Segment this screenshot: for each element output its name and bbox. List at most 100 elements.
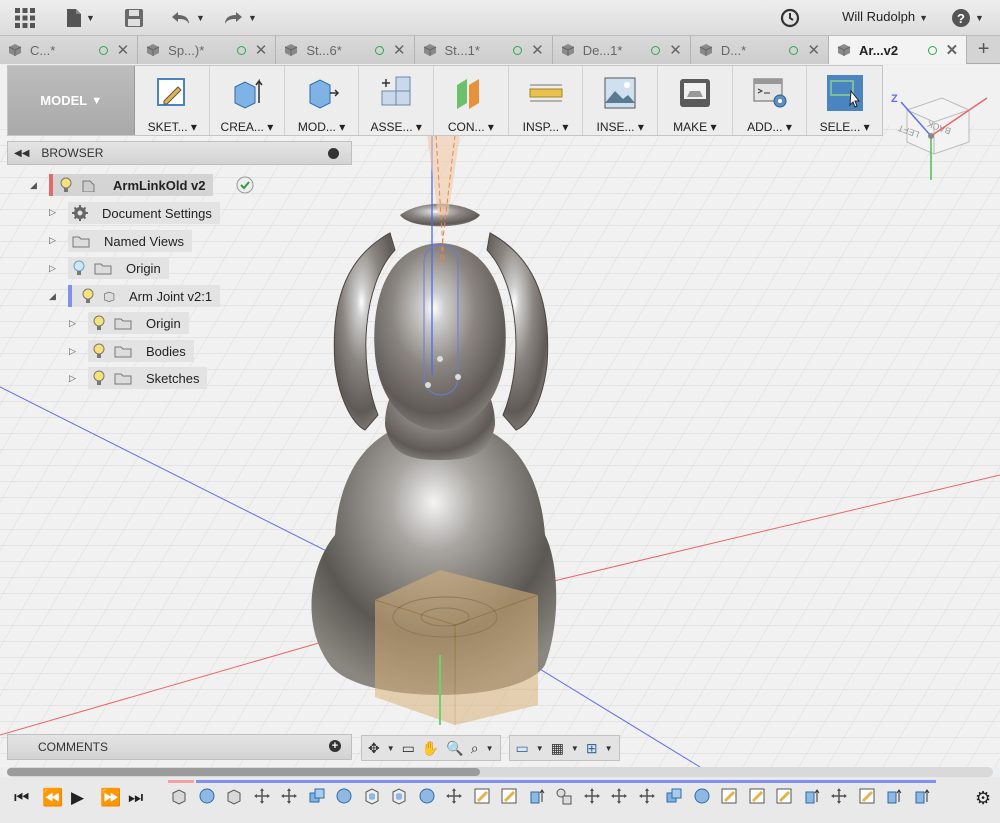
expand-arrow-icon[interactable]: ▷: [49, 235, 56, 246]
add-comment-icon[interactable]: +: [329, 740, 341, 752]
expand-arrow-icon[interactable]: ▷: [69, 373, 76, 384]
tree-item-sketches[interactable]: Sketches: [88, 367, 208, 389]
browser-header[interactable]: ◀◀ BROWSER: [7, 141, 352, 165]
lightbulb-icon[interactable]: [92, 315, 106, 331]
help-button[interactable]: ? ▼: [951, 6, 984, 30]
expand-arrow-icon[interactable]: ▷: [69, 318, 76, 329]
construct-tool-button[interactable]: CON... ▾: [434, 66, 509, 135]
view-cube[interactable]: LEFT BACK Z: [887, 80, 997, 190]
save-button[interactable]: [124, 6, 144, 30]
close-icon[interactable]: ✕: [669, 41, 682, 59]
close-icon[interactable]: ✕: [807, 41, 820, 59]
grid-settings-icon[interactable]: ▦: [551, 740, 564, 757]
collapse-panel-icon[interactable]: ◀◀: [14, 148, 29, 159]
timeline-feature-box-icon[interactable]: [225, 787, 243, 805]
close-icon[interactable]: ✕: [531, 41, 544, 59]
step-forward-icon[interactable]: ⏩: [100, 788, 121, 808]
timeline-feature-extrude-icon[interactable]: [528, 787, 546, 805]
orbit-icon[interactable]: ✥: [368, 740, 380, 757]
close-icon[interactable]: ✕: [117, 41, 130, 59]
tree-item-origin-child[interactable]: Origin: [88, 312, 189, 334]
fit-zoom-icon[interactable]: ⌕: [471, 740, 479, 757]
close-icon[interactable]: ✕: [946, 41, 959, 59]
new-tab-button[interactable]: +: [967, 36, 1000, 63]
timeline-feature-move-icon[interactable]: [610, 787, 628, 805]
document-tab[interactable]: St...6* ✕: [276, 36, 415, 64]
file-menu-button[interactable]: ▼: [66, 6, 95, 30]
assemble-tool-button[interactable]: ASSE... ▾: [359, 66, 435, 135]
timeline-feature-combine-icon[interactable]: [308, 787, 326, 805]
timeline-feature-combine-icon[interactable]: [665, 787, 683, 805]
timeline-feature-shell-icon[interactable]: [390, 787, 408, 805]
tree-item-named-views[interactable]: Named Views: [68, 230, 192, 252]
timeline-settings-gear-icon[interactable]: ⚙: [975, 788, 991, 809]
timeline-feature-sketch-icon[interactable]: [720, 787, 738, 805]
timeline-feature-sketch-icon[interactable]: [473, 787, 491, 805]
skip-to-end-icon[interactable]: ⏭: [128, 788, 143, 808]
job-status-button[interactable]: [780, 6, 800, 30]
lightbulb-icon[interactable]: [72, 260, 86, 276]
document-tab[interactable]: D...* ✕: [690, 36, 830, 64]
timeline-feature-move-icon[interactable]: [638, 787, 656, 805]
document-tab[interactable]: De...1* ✕: [552, 36, 691, 64]
modify-tool-button[interactable]: MOD... ▾: [285, 66, 360, 135]
timeline-feature-sketch-icon[interactable]: [748, 787, 766, 805]
tree-item-origin[interactable]: Origin: [68, 257, 169, 279]
create-tool-button[interactable]: CREA... ▾: [210, 66, 285, 135]
timeline-feature-move-icon[interactable]: [253, 787, 271, 805]
timeline-feature-sphere-icon[interactable]: [418, 787, 436, 805]
document-tab[interactable]: St...1* ✕: [414, 36, 553, 64]
zoom-icon[interactable]: 🔍: [446, 740, 463, 757]
timeline-feature-move-icon[interactable]: [280, 787, 298, 805]
expand-arrow-icon[interactable]: ▷: [49, 207, 56, 218]
lightbulb-icon[interactable]: [81, 288, 95, 304]
tree-item-document-settings[interactable]: Document Settings: [68, 202, 220, 224]
undo-button[interactable]: ▼: [170, 6, 205, 30]
timeline-feature-sphere-icon[interactable]: [198, 787, 216, 805]
horizontal-scrollbar[interactable]: [7, 767, 993, 777]
addins-tool-button[interactable]: ADD... ▾: [733, 66, 808, 135]
insert-tool-button[interactable]: INSE... ▾: [583, 66, 659, 135]
timeline-feature-move-icon[interactable]: [583, 787, 601, 805]
timeline-feature-move-icon[interactable]: [830, 787, 848, 805]
expand-arrow-icon[interactable]: ◢: [30, 180, 37, 191]
timeline-feature-extrude-icon[interactable]: [803, 787, 821, 805]
lightbulb-icon[interactable]: [92, 370, 106, 386]
timeline-feature-extrude-icon[interactable]: [913, 787, 931, 805]
redo-button[interactable]: ▼: [222, 6, 257, 30]
step-back-icon[interactable]: ⏪: [42, 788, 63, 808]
timeline-feature-sphere-icon[interactable]: [335, 787, 353, 805]
timeline-feature-extrude-icon[interactable]: [885, 787, 903, 805]
scrollbar-thumb[interactable]: [7, 768, 480, 776]
timeline-feature-sphere-icon[interactable]: [693, 787, 711, 805]
expand-arrow-icon[interactable]: ◢: [49, 291, 56, 302]
lightbulb-icon[interactable]: [59, 177, 73, 193]
close-icon[interactable]: ✕: [255, 41, 268, 59]
inspect-tool-button[interactable]: INSP... ▾: [509, 66, 584, 135]
timeline-feature-move-icon[interactable]: [445, 787, 463, 805]
browser-options-icon[interactable]: [328, 147, 339, 159]
close-icon[interactable]: ✕: [393, 41, 406, 59]
comments-panel[interactable]: COMMENTS +: [7, 734, 352, 760]
canvas-viewport[interactable]: [0, 65, 1000, 767]
timeline-feature-shell-icon[interactable]: [363, 787, 381, 805]
tree-item-bodies[interactable]: Bodies: [88, 340, 194, 362]
make-tool-button[interactable]: MAKE ▾: [658, 66, 733, 135]
look-at-icon[interactable]: ▭: [402, 740, 415, 757]
timeline-feature-sketch-icon[interactable]: [775, 787, 793, 805]
timeline-feature-joint-icon[interactable]: [555, 787, 573, 805]
timeline-feature-sketch-icon[interactable]: [500, 787, 518, 805]
document-tab[interactable]: C...* ✕: [0, 36, 139, 64]
lightbulb-icon[interactable]: [92, 343, 106, 359]
tree-root-node[interactable]: ArmLinkOld v2: [49, 174, 214, 196]
apps-grid-icon[interactable]: [14, 6, 36, 30]
play-icon[interactable]: ▶: [71, 788, 84, 808]
display-settings-icon[interactable]: ▭: [516, 740, 529, 757]
skip-to-start-icon[interactable]: ⏮: [14, 788, 29, 808]
expand-arrow-icon[interactable]: ▷: [69, 346, 76, 357]
document-tab-active[interactable]: Ar...v2 ✕: [829, 36, 968, 64]
workspace-switcher[interactable]: MODEL ▼: [8, 66, 136, 135]
sketch-tool-button[interactable]: SKET... ▾: [135, 66, 211, 135]
select-tool-button[interactable]: SELE... ▾: [807, 66, 882, 135]
timeline-feature-box-icon[interactable]: [170, 787, 188, 805]
